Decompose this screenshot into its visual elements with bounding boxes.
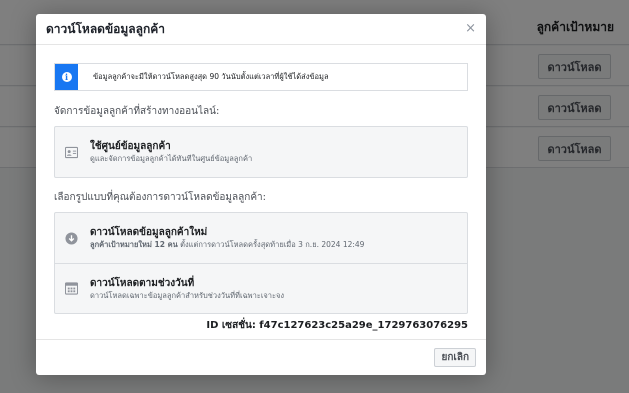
manage-section-label: จัดการข้อมูลลูกค้าที่สร้างทางออนไลน์: <box>54 106 220 117</box>
cancel-button[interactable]: ยกเลิก <box>434 348 476 367</box>
download-new-title: ดาวน์โหลดข้อมูลลูกค้าใหม่ <box>90 227 208 238</box>
close-icon[interactable]: × <box>465 22 476 35</box>
download-new-text: ดาวน์โหลดข้อมูลลูกค้าใหม่ ลูกค้าเป้าหมาย… <box>90 226 364 250</box>
dialog-body: i ข้อมูลลูกค้าจะมีให้ดาวน์โหลดสูงสุด 90 … <box>36 45 486 333</box>
info-banner: i ข้อมูลลูกค้าจะมีให้ดาวน์โหลดสูงสุด 90 … <box>54 63 468 91</box>
contact-card-icon <box>65 146 78 158</box>
crm-option-title: ใช้ศูนย์ข้อมูลลูกค้า <box>90 141 171 152</box>
download-leads-dialog: ดาวน์โหลดข้อมูลลูกค้า × i ข้อมูลลูกค้าจะ… <box>36 14 486 375</box>
date-range-title: ดาวน์โหลดตามช่วงวันที่ <box>90 277 195 289</box>
session-id: ID เซสชั่น: f47c127623c25a29e_1729763076… <box>206 320 468 331</box>
format-section-label: เลือกรูปแบบที่คุณต้องการดาวน์โหลดข้อมูลล… <box>54 192 267 203</box>
download-arrow-icon <box>65 231 78 245</box>
last-download-info: ตั้งแต่การดาวน์โหลดครั้งสุดท้ายเมื่อ 3 ก… <box>177 240 365 249</box>
dialog-header: ดาวน์โหลดข้อมูลลูกค้า <box>36 14 486 45</box>
download-options-box: ดาวน์โหลดข้อมูลลูกค้าใหม่ ลูกค้าเป้าหมาย… <box>54 212 468 314</box>
info-text: ข้อมูลลูกค้าจะมีให้ดาวน์โหลดสูงสุด 90 วั… <box>93 72 329 81</box>
crm-option-subtitle: ดูและจัดการข้อมูลลูกค้าได้ทันทีในศูนย์ข้… <box>90 154 253 163</box>
date-range-text: ดาวน์โหลดตามช่วงวันที่ ดาวน์โหลดเฉพาะข้อ… <box>90 277 284 301</box>
date-range-option[interactable]: ดาวน์โหลดตามช่วงวันที่ ดาวน์โหลดเฉพาะข้อ… <box>55 263 467 313</box>
dialog-footer: ยกเลิก <box>36 339 486 375</box>
download-new-subtitle: ลูกค้าเป้าหมายใหม่ 12 คน ตั้งแต่การดาวน์… <box>90 239 364 250</box>
dialog-title: ดาวน์โหลดข้อมูลลูกค้า <box>46 21 166 36</box>
date-range-subtitle: ดาวน์โหลดเฉพาะข้อมูลลูกค้าสำหรับช่วงวันท… <box>90 290 285 300</box>
info-icon-container: i <box>55 64 78 90</box>
download-new-option[interactable]: ดาวน์โหลดข้อมูลลูกค้าใหม่ ลูกค้าเป้าหมาย… <box>55 213 467 263</box>
info-icon: i <box>61 72 72 82</box>
crm-option[interactable]: ใช้ศูนย์ข้อมูลลูกค้า ดูและจัดการข้อมูลลู… <box>55 127 467 177</box>
crm-option-box: ใช้ศูนย์ข้อมูลลูกค้า ดูและจัดการข้อมูลลู… <box>54 126 468 178</box>
crm-option-text: ใช้ศูนย์ข้อมูลลูกค้า ดูและจัดการข้อมูลลู… <box>90 140 252 164</box>
new-leads-count: ลูกค้าเป้าหมายใหม่ 12 คน <box>90 240 178 249</box>
calendar-icon <box>65 282 78 295</box>
